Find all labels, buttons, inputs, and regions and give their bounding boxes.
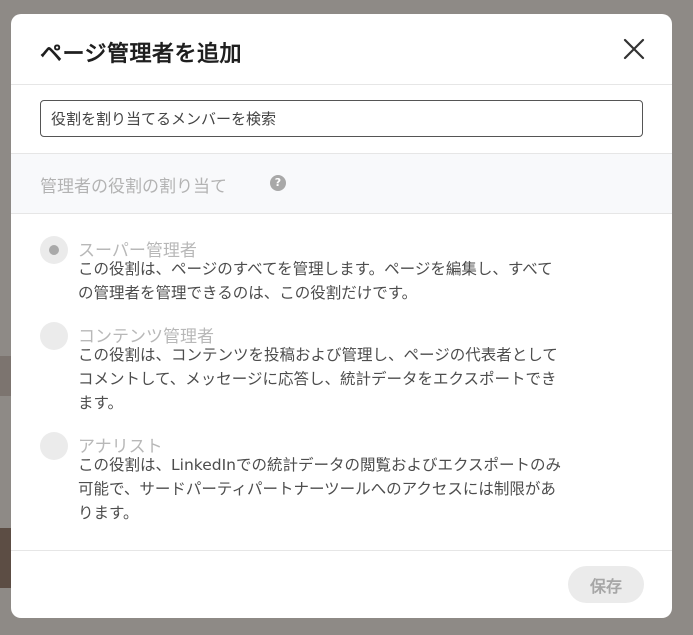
role-description-line: ます。: [78, 394, 123, 412]
role-description: この役割は、コンテンツを投稿および管理し、ページの代表者として コメントして、メ…: [78, 343, 646, 415]
role-description-line: この役割は、ページのすべてを管理します。ページを編集し、すべて: [78, 260, 553, 278]
dialog-header: ページ管理者を追加: [11, 14, 672, 85]
save-button[interactable]: 保存: [568, 566, 644, 603]
role-description-line: ります。: [78, 504, 139, 522]
role-description-line: この役割は、コンテンツを投稿および管理し、ページの代表者として: [78, 346, 558, 364]
member-search: [40, 100, 643, 137]
role-description-line: コメントして、メッセージに応答し、統計データをエクスポートでき: [78, 370, 557, 388]
role-radio-analyst[interactable]: [40, 432, 68, 460]
add-admin-dialog: ページ管理者を追加 管理者の役割の割り当て ? スーパー管理者 この役割は、ペー…: [11, 14, 672, 618]
role-radio-super-admin[interactable]: [40, 236, 68, 264]
role-description: この役割は、LinkedInでの統計データの閲覧およびエクスポートのみ 可能で、…: [78, 453, 646, 525]
dialog-title: ページ管理者を追加: [40, 42, 243, 67]
role-description-line: 可能で、サードパーティパートナーツールへのアクセスには制限があ: [78, 480, 556, 498]
role-option-super-admin[interactable]: スーパー管理者 この役割は、ページのすべてを管理します。ページを編集し、すべて …: [40, 236, 650, 306]
question-circle-icon[interactable]: ?: [270, 175, 286, 191]
divider: [11, 550, 672, 551]
close-icon[interactable]: [621, 36, 647, 62]
role-option-content-admin[interactable]: コンテンツ管理者 この役割は、コンテンツを投稿および管理し、ページの代表者として…: [40, 322, 650, 416]
role-description-line: この役割は、LinkedInでの統計データの閲覧およびエクスポートのみ: [78, 456, 561, 474]
role-section-title: 管理者の役割の割り当て: [40, 177, 227, 197]
role-radio-content-admin[interactable]: [40, 322, 68, 350]
role-description: この役割は、ページのすべてを管理します。ページを編集し、すべて の管理者を管理で…: [78, 257, 646, 305]
close-icon-glyph: [623, 38, 645, 60]
member-search-input[interactable]: [40, 100, 643, 137]
role-option-analyst[interactable]: アナリスト この役割は、LinkedInでの統計データの閲覧およびエクスポートの…: [40, 432, 650, 526]
role-description-line: の管理者を管理できるのは、この役割だけです。: [78, 284, 418, 302]
